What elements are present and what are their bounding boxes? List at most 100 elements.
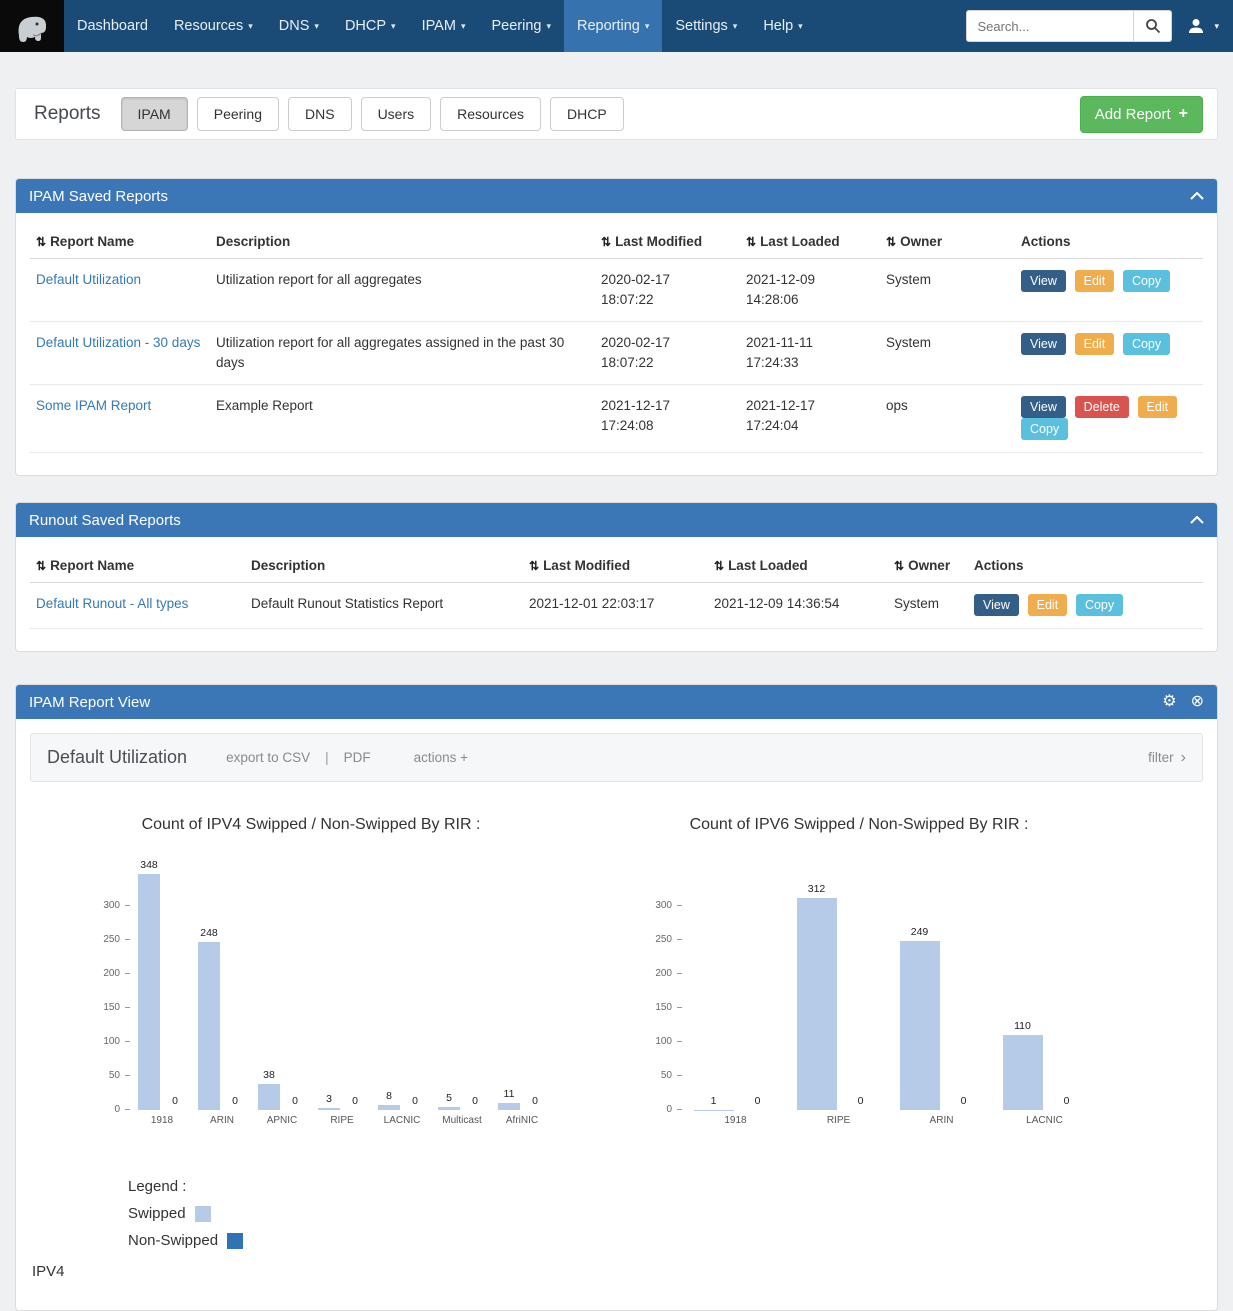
column-header-actions: Actions	[968, 549, 1203, 583]
column-label: Last Loaded	[760, 234, 840, 249]
last-loaded-cell: 2021-12-0914:28:06	[740, 259, 880, 322]
chart-plot-area: 050100150200250300348019182480ARIN380APN…	[70, 858, 552, 1110]
copy-button[interactable]: Copy	[1021, 418, 1068, 440]
sort-icon: ⇅	[886, 235, 896, 249]
caret-down-icon: ▾	[798, 21, 803, 32]
tab-dns[interactable]: DNS	[288, 97, 352, 131]
column-header-owner[interactable]: ⇅Owner	[880, 225, 1015, 259]
tab-resources[interactable]: Resources	[440, 97, 541, 131]
copy-button[interactable]: Copy	[1076, 594, 1123, 616]
filter-label: filter	[1148, 750, 1174, 765]
report-title: Default Utilization	[47, 747, 187, 768]
bar-swipped	[138, 874, 160, 1111]
bar-value-label: 0	[277, 1095, 313, 1107]
app-logo[interactable]	[0, 0, 64, 52]
user-menu[interactable]: ▾	[1187, 17, 1219, 35]
nav-dns[interactable]: DNS▾	[266, 0, 332, 52]
gear-icon[interactable]: ⚙	[1162, 694, 1176, 710]
nav-label: Settings	[675, 18, 727, 34]
actions-link[interactable]: actions +	[414, 750, 468, 765]
actions-cell: View Edit Copy	[1015, 259, 1203, 322]
x-category-label: 1918	[694, 1115, 778, 1126]
date: 2021-12-17	[746, 396, 874, 416]
nav-dhcp[interactable]: DHCP▾	[332, 0, 409, 52]
collapse-chevron-up-icon[interactable]	[1190, 516, 1204, 524]
panel-body: Default Utilization export to CSV | PDF …	[16, 719, 1217, 1310]
nav-resources[interactable]: Resources▾	[161, 0, 266, 52]
charts-container: Count of IPV4 Swipped / Non-Swipped By R…	[70, 816, 1203, 1138]
copy-button[interactable]: Copy	[1123, 270, 1170, 292]
search-input[interactable]	[966, 10, 1134, 42]
tab-users[interactable]: Users	[361, 97, 432, 131]
column-header-last-loaded[interactable]: ⇅Last Loaded	[740, 225, 880, 259]
date: 2020-02-17	[601, 270, 734, 290]
column-header-owner[interactable]: ⇅Owner	[888, 549, 968, 583]
sort-icon: ⇅	[601, 235, 611, 249]
nav-peering[interactable]: Peering▾	[478, 0, 564, 52]
bar-chart: Count of IPV4 Swipped / Non-Swipped By R…	[70, 816, 552, 1138]
report-link[interactable]: Default Runout - All types	[36, 596, 188, 611]
column-header-last-modified[interactable]: ⇅Last Modified	[523, 549, 708, 583]
bar-value-label: 38	[251, 1069, 287, 1081]
view-button[interactable]: View	[1021, 396, 1066, 418]
column-header-last-loaded[interactable]: ⇅Last Loaded	[708, 549, 888, 583]
legend-label: Swipped	[128, 1205, 186, 1222]
filter-link[interactable]: filter ›	[1148, 749, 1186, 767]
column-header-report-name[interactable]: ⇅Report Name	[30, 225, 210, 259]
tab-peering[interactable]: Peering	[197, 97, 279, 131]
sort-icon: ⇅	[894, 559, 904, 573]
time: 14:28:06	[746, 290, 874, 310]
view-button[interactable]: View	[974, 594, 1019, 616]
tab-ipam[interactable]: IPAM	[121, 97, 188, 131]
nav-ipam[interactable]: IPAM▾	[409, 0, 479, 52]
actions-cell: View Delete Edit Copy	[1015, 385, 1203, 453]
nav-settings[interactable]: Settings▾	[662, 0, 750, 52]
last-loaded-cell: 2021-11-1117:24:33	[740, 322, 880, 385]
bar-value-label: 348	[131, 859, 167, 871]
column-header-report-name[interactable]: ⇅Report Name	[30, 549, 245, 583]
nav-dashboard[interactable]: Dashboard	[64, 0, 161, 52]
export-csv-link[interactable]: export to CSV	[226, 750, 310, 765]
view-button[interactable]: View	[1021, 270, 1066, 292]
bar-value-label: 0	[457, 1095, 493, 1107]
legend-item-non-swipped: Non-Swipped	[128, 1232, 1203, 1249]
bar-swipped	[797, 898, 837, 1110]
nav-label: Reporting	[577, 18, 640, 34]
nav-label: Dashboard	[77, 18, 148, 34]
last-modified-cell: 2020-02-1718:07:22	[595, 322, 740, 385]
search-button[interactable]	[1134, 10, 1172, 42]
panel-body: ⇅Report Name Description ⇅Last Modified …	[16, 537, 1217, 651]
legend-swatch-swipped	[195, 1206, 211, 1222]
panel-title: Runout Saved Reports	[29, 512, 181, 529]
page-title: Reports	[34, 103, 101, 125]
report-link[interactable]: Default Utilization - 30 days	[36, 335, 200, 350]
nav-label: DNS	[279, 18, 310, 34]
caret-down-icon: ▾	[1214, 21, 1219, 32]
collapse-chevron-up-icon[interactable]	[1190, 192, 1204, 200]
add-report-button[interactable]: Add Report +	[1080, 96, 1203, 133]
copy-button[interactable]: Copy	[1123, 333, 1170, 355]
last-modified-cell: 2021-12-01 22:03:17	[523, 583, 708, 629]
bar-swipped	[694, 1110, 734, 1111]
report-link[interactable]: Default Utilization	[36, 272, 141, 287]
legend-swatch-non-swipped	[227, 1233, 243, 1249]
column-header-last-modified[interactable]: ⇅Last Modified	[595, 225, 740, 259]
nav-help[interactable]: Help▾	[750, 0, 815, 52]
search-group	[966, 10, 1172, 42]
column-label: Actions	[1021, 234, 1071, 249]
nav-reporting[interactable]: Reporting▾	[564, 0, 662, 52]
bar-value-label: 1	[696, 1095, 732, 1107]
edit-button[interactable]: Edit	[1075, 270, 1115, 292]
report-link[interactable]: Some IPAM Report	[36, 398, 151, 413]
close-icon[interactable]: ⊗	[1191, 694, 1204, 710]
delete-button[interactable]: Delete	[1075, 396, 1129, 418]
view-button[interactable]: View	[1021, 333, 1066, 355]
tab-dhcp[interactable]: DHCP	[550, 97, 624, 131]
edit-button[interactable]: Edit	[1075, 333, 1115, 355]
y-tick-label: 150	[70, 1002, 120, 1013]
edit-button[interactable]: Edit	[1138, 396, 1178, 418]
actions-cell: View Edit Copy	[1015, 322, 1203, 385]
owner-cell: ops	[880, 385, 1015, 453]
pdf-link[interactable]: PDF	[344, 750, 371, 765]
edit-button[interactable]: Edit	[1028, 594, 1068, 616]
